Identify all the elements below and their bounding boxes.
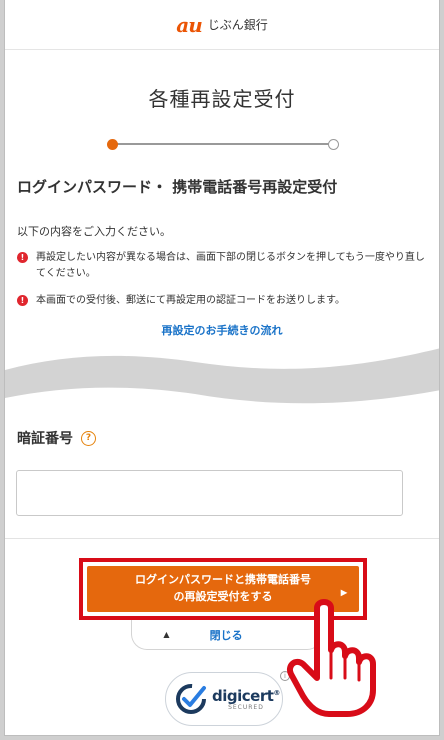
au-logo: au [176, 12, 202, 37]
digicert-secured: SECURED [228, 704, 264, 711]
page-title: 各種再設定受付 [148, 87, 296, 111]
progress-stepper [5, 134, 439, 154]
digicert-check-icon [176, 684, 206, 714]
pin-input[interactable] [16, 470, 403, 516]
bank-name: じぶん銀行 [207, 18, 268, 32]
pin-label-text: 暗証番号 [17, 431, 73, 447]
digicert-brand: digicert® SECURED [212, 687, 280, 711]
intro-text: 以下の内容をご入力ください。 [17, 225, 171, 238]
notice-text: 本画面での受付後、郵送にて再設定用の認証コードをお送りします。 [36, 295, 345, 306]
pointing-hand-icon [287, 599, 376, 717]
header: au じぶん銀行 [5, 0, 439, 50]
procedure-flow-link[interactable]: 再設定のお手続きの流れ [5, 322, 439, 338]
submit-label-line-1: ログインパスワードと携帯電話番号 [135, 574, 311, 586]
digicert-name: digicert® [212, 687, 280, 705]
notice-text: 再設定したい内容が異なる場合は、画面下部の閉じるボタンを押してもう一度やり直して… [36, 252, 425, 279]
step-1-indicator [107, 139, 118, 150]
notice-item: ! 本画面での受付後、郵送にて再設定用の認証コードをお送りします。 [17, 293, 425, 309]
wave-decoration [5, 348, 439, 404]
divider [5, 538, 439, 539]
pin-field-label: 暗証番号 ? [17, 428, 96, 448]
notice-item: ! 再設定したい内容が異なる場合は、画面下部の閉じるボタンを押してもう一度やり直… [17, 250, 425, 282]
step-2-indicator [328, 139, 339, 150]
help-icon[interactable]: ? [81, 430, 96, 446]
digicert-seal[interactable]: digicert® SECURED i [165, 671, 290, 726]
app-frame: au じぶん銀行 各種再設定受付 ログインパスワード・ 携帯電話番号再設定受付 … [4, 0, 440, 736]
alert-icon: ! [17, 252, 28, 263]
stepper-line [112, 143, 334, 145]
submit-label-line-2: の再設定受付をする [173, 591, 273, 603]
close-button-label: 閉じる [209, 628, 243, 642]
arrow-up-icon: ▲ [163, 630, 170, 639]
section-title: ログインパスワード・ 携帯電話番号再設定受付 [17, 178, 338, 196]
alert-icon: ! [17, 295, 28, 306]
